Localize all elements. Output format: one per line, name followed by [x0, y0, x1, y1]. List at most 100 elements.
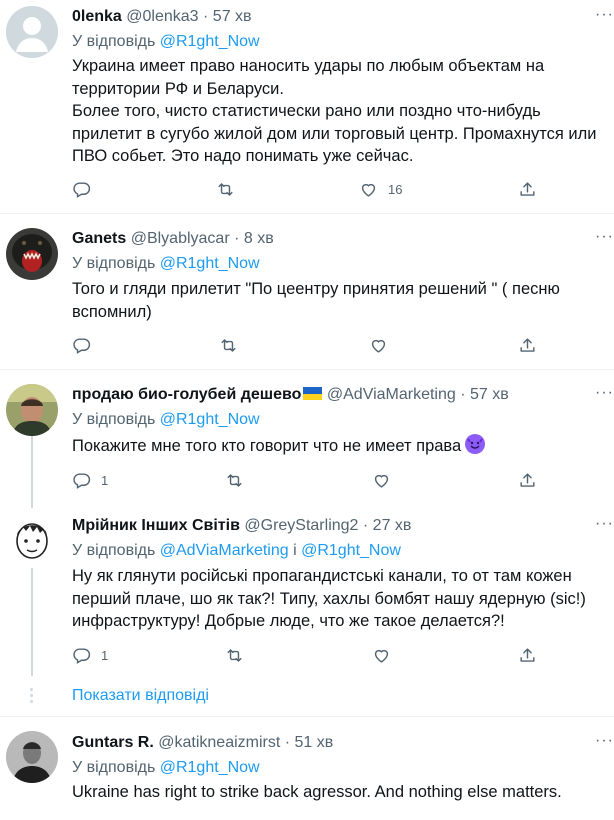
- separator-dot: ·: [362, 517, 369, 534]
- reply-prefix: У відповідь: [72, 411, 160, 428]
- reply-to-handle[interactable]: @AdViaMarketing: [160, 542, 289, 559]
- reply-icon: [72, 180, 91, 199]
- retweet-button[interactable]: [225, 643, 254, 667]
- user-handle[interactable]: @katikneaizmirst: [158, 734, 280, 751]
- reply-count: 1: [101, 647, 109, 663]
- reply-context: У відповідь @R1ght_Now: [72, 255, 260, 273]
- user-handle[interactable]: @Blyablyacar: [131, 230, 230, 247]
- like-button[interactable]: [372, 468, 401, 492]
- like-button[interactable]: 16: [359, 177, 402, 201]
- display-name[interactable]: продаю био-голубей дешево: [72, 386, 301, 403]
- share-icon: [518, 336, 537, 355]
- avatar[interactable]: [6, 513, 58, 565]
- heart-icon: [369, 336, 388, 355]
- cartoon-boy-avatar-icon: [6, 513, 58, 565]
- ukraine-flag-icon: [303, 387, 323, 400]
- photo-avatar-icon: [6, 384, 58, 436]
- reply-prefix: У відповідь: [72, 542, 160, 559]
- tweet-header: 0lenka @0lenka3 · 57 хв: [72, 8, 252, 26]
- gorilla-avatar-icon: [6, 228, 58, 280]
- tweet-text-content: Покажите мне того кто говорит что не име…: [72, 437, 462, 455]
- heart-icon: [372, 471, 391, 490]
- retweet-button[interactable]: [216, 177, 245, 201]
- heart-icon: [372, 646, 391, 665]
- like-button[interactable]: [369, 333, 398, 357]
- reply-prefix: У відповідь: [72, 33, 160, 50]
- reply-to-handle-2[interactable]: @R1ght_Now: [301, 542, 401, 559]
- smiling-devil-emoji-icon: [465, 434, 486, 454]
- reply-button[interactable]: 1: [72, 643, 108, 667]
- timestamp[interactable]: 57 хв: [213, 8, 252, 25]
- display-name[interactable]: Ganets: [72, 230, 126, 247]
- separator-dot: ·: [284, 734, 291, 751]
- retweet-icon: [219, 336, 238, 355]
- tweet[interactable]: продаю био-голубей дешево @AdViaMarketin…: [0, 370, 614, 505]
- share-button[interactable]: [518, 177, 537, 201]
- tweet-text: Покажите мне того кто говорит что не име…: [72, 434, 612, 458]
- tweet-text: Ukraine has right to strike back agresso…: [72, 783, 562, 801]
- tweet[interactable]: 0lenka @0lenka3 · 57 хв ··· У відповідь …: [0, 0, 614, 213]
- tweet-header: продаю био-голубей дешево @AdViaMarketin…: [72, 386, 509, 404]
- retweet-icon: [225, 646, 244, 665]
- tweet[interactable]: Guntars R. @katikneaizmirst · 51 хв ··· …: [0, 717, 614, 820]
- tweet[interactable]: Ganets @Blyablyacar · 8 хв ··· У відпові…: [0, 214, 614, 369]
- timestamp[interactable]: 57 хв: [470, 386, 509, 403]
- avatar[interactable]: [6, 6, 58, 58]
- timestamp[interactable]: 8 хв: [244, 230, 274, 247]
- retweet-button[interactable]: [225, 468, 254, 492]
- share-button[interactable]: [518, 468, 537, 492]
- thread-continuation-dots: [30, 688, 34, 706]
- reply-icon: [72, 471, 91, 490]
- reply-button[interactable]: [72, 177, 101, 201]
- reply-to-handle[interactable]: @R1ght_Now: [160, 33, 260, 50]
- reply-to-handle[interactable]: @R1ght_Now: [160, 411, 260, 428]
- tweet-actions: [72, 333, 552, 357]
- tweet-header: Guntars R. @katikneaizmirst · 51 хв: [72, 734, 333, 752]
- reply-join: і: [288, 542, 302, 559]
- reply-prefix: У відповідь: [72, 759, 160, 776]
- display-name[interactable]: Guntars R.: [72, 734, 154, 751]
- like-count: 16: [388, 181, 403, 197]
- reply-button[interactable]: 1: [72, 468, 108, 492]
- reply-icon: [72, 646, 91, 665]
- avatar[interactable]: [6, 731, 58, 783]
- retweet-icon: [216, 180, 235, 199]
- separator-dot: ·: [460, 386, 466, 403]
- timestamp[interactable]: 27 хв: [373, 517, 412, 534]
- share-icon: [518, 646, 537, 665]
- more-options-icon[interactable]: ···: [595, 228, 614, 246]
- display-name[interactable]: Мрійник Інших Світів: [72, 517, 240, 534]
- tweet-actions: 1: [72, 468, 552, 492]
- reply-to-handle[interactable]: @R1ght_Now: [160, 255, 260, 272]
- reply-prefix: У відповідь: [72, 255, 160, 272]
- tweet-actions: 16: [72, 177, 552, 201]
- tweet-text: Украина имеет право наносить удары по лю…: [72, 57, 597, 165]
- share-button[interactable]: [518, 333, 537, 357]
- user-handle[interactable]: @0lenka3: [126, 8, 198, 25]
- reply-context: У відповідь @R1ght_Now: [72, 759, 260, 777]
- user-handle[interactable]: @GreyStarling2: [244, 517, 358, 534]
- more-options-icon[interactable]: ···: [595, 732, 614, 750]
- show-replies-link[interactable]: Показати відповіді: [72, 687, 209, 705]
- tweet-text: Того и гляди прилетит "По цеентру принят…: [72, 280, 565, 321]
- user-handle[interactable]: @AdViaMarketing: [327, 386, 456, 403]
- tweet-text: Ну як глянути російські пропагандистські…: [72, 567, 591, 630]
- share-icon: [518, 180, 537, 199]
- more-options-icon[interactable]: ···: [595, 6, 614, 24]
- reply-button[interactable]: [72, 333, 101, 357]
- heart-icon: [359, 180, 378, 199]
- more-options-icon[interactable]: ···: [595, 515, 614, 533]
- tweet-header: Ganets @Blyablyacar · 8 хв: [72, 230, 274, 248]
- timestamp[interactable]: 51 хв: [295, 734, 334, 751]
- share-button[interactable]: [518, 643, 537, 667]
- display-name[interactable]: 0lenka: [72, 8, 122, 25]
- retweet-button[interactable]: [219, 333, 248, 357]
- tweet-actions: 1: [72, 643, 552, 667]
- avatar[interactable]: [6, 228, 58, 280]
- separator-dot: ·: [203, 8, 209, 25]
- more-options-icon[interactable]: ···: [595, 384, 614, 402]
- tweet[interactable]: Мрійник Інших Світів @GreyStarling2 · 27…: [0, 505, 614, 675]
- reply-to-handle[interactable]: @R1ght_Now: [160, 759, 260, 776]
- avatar[interactable]: [6, 384, 58, 436]
- like-button[interactable]: [372, 643, 401, 667]
